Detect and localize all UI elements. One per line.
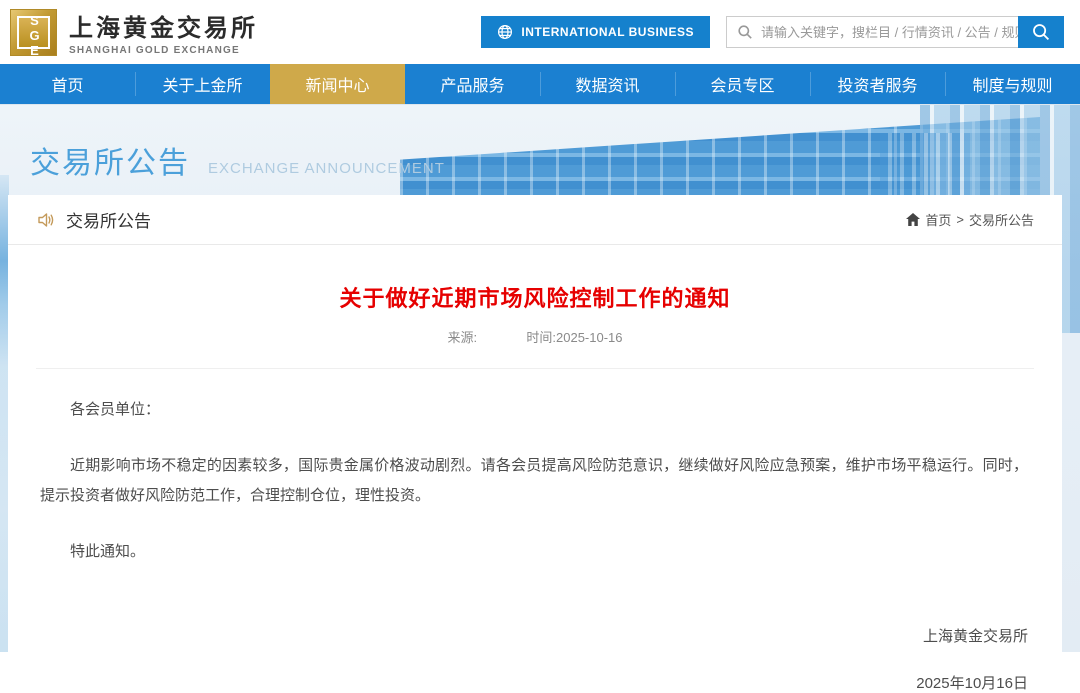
top-right-tools: INTERNATIONAL BUSINESS: [481, 16, 1064, 48]
breadcrumb-home-link[interactable]: 首页: [925, 210, 951, 229]
banner-title-cn: 交易所公告: [30, 147, 190, 180]
article-signature: 上海黄金交易所: [922, 628, 1028, 645]
search-bar: [726, 16, 1064, 48]
nav-item-investor-services[interactable]: 投资者服务: [810, 64, 945, 104]
article-title: 关于做好近期市场风险控制工作的通知: [339, 286, 731, 311]
search-button[interactable]: [1018, 16, 1064, 48]
speaker-icon: [36, 210, 56, 230]
sge-logo-icon: SGE: [10, 8, 57, 58]
banner-titles: 交易所公告 EXCHANGE ANNOUNCEMENT: [30, 138, 445, 182]
article-time-label: 时间:: [526, 330, 556, 345]
content-card: 交易所公告 首页 > 交易所公告 关于做好近期市场风险控制工作的通知 来源: 时…: [8, 195, 1062, 692]
breadcrumb-separator: >: [956, 212, 964, 227]
international-business-button[interactable]: INTERNATIONAL BUSINESS: [481, 16, 710, 48]
article-paragraph: 近期影响市场不稳定的因素较多，国际贵金属价格波动剧烈。请各会员提高风险防范意识，…: [40, 457, 1028, 504]
section-header: 交易所公告 首页 > 交易所公告: [8, 195, 1062, 245]
article-paragraph: 特此通知。: [70, 543, 146, 560]
article-paragraph: 各会员单位：: [70, 401, 161, 418]
nav-item-rules[interactable]: 制度与规则: [945, 64, 1080, 104]
brand-text: 上海黄金交易所 SHANGHAI GOLD EXCHANGE: [69, 8, 258, 56]
article-source-label: 来源:: [447, 330, 478, 345]
search-input[interactable]: [761, 18, 1019, 46]
article-meta: 来源: 时间:2025-10-16: [8, 327, 1062, 346]
international-business-label: INTERNATIONAL BUSINESS: [521, 25, 694, 39]
globe-icon: [497, 24, 513, 40]
brand-name-en: SHANGHAI GOLD EXCHANGE: [69, 45, 240, 56]
nav-item-products-services[interactable]: 产品服务: [405, 64, 540, 104]
nav-item-data-info[interactable]: 数据资讯: [540, 64, 675, 104]
section-title: 交易所公告: [66, 212, 151, 231]
breadcrumb: 首页 > 交易所公告: [906, 210, 1034, 229]
article-body: 各会员单位： 近期影响市场不稳定的因素较多，国际贵金属价格波动剧烈。请各会员提高…: [8, 369, 1062, 567]
banner-title-en: EXCHANGE ANNOUNCEMENT: [208, 160, 445, 177]
search-icon: [727, 24, 761, 40]
nav-item-news-center[interactable]: 新闻中心: [270, 64, 405, 104]
brand-logo[interactable]: SGE 上海黄金交易所 SHANGHAI GOLD EXCHANGE: [10, 8, 258, 58]
logo-acronym: SGE: [27, 12, 42, 58]
main-nav: 首页 关于上金所 新闻中心 产品服务 数据资讯 会员专区 投资者服务 制度与规则: [0, 64, 1080, 104]
search-button-icon: [1031, 22, 1051, 42]
article-date: 2025年10月16日: [916, 675, 1028, 692]
top-bar: SGE 上海黄金交易所 SHANGHAI GOLD EXCHANGE INTER…: [0, 0, 1080, 64]
home-icon: [906, 213, 921, 226]
article-time-value: 2025-10-16: [556, 330, 623, 345]
brand-name-cn: 上海黄金交易所: [69, 16, 258, 42]
nav-item-member-zone[interactable]: 会员专区: [675, 64, 810, 104]
nav-item-home[interactable]: 首页: [0, 64, 135, 104]
breadcrumb-current: 交易所公告: [968, 213, 1034, 228]
nav-item-about[interactable]: 关于上金所: [135, 64, 270, 104]
